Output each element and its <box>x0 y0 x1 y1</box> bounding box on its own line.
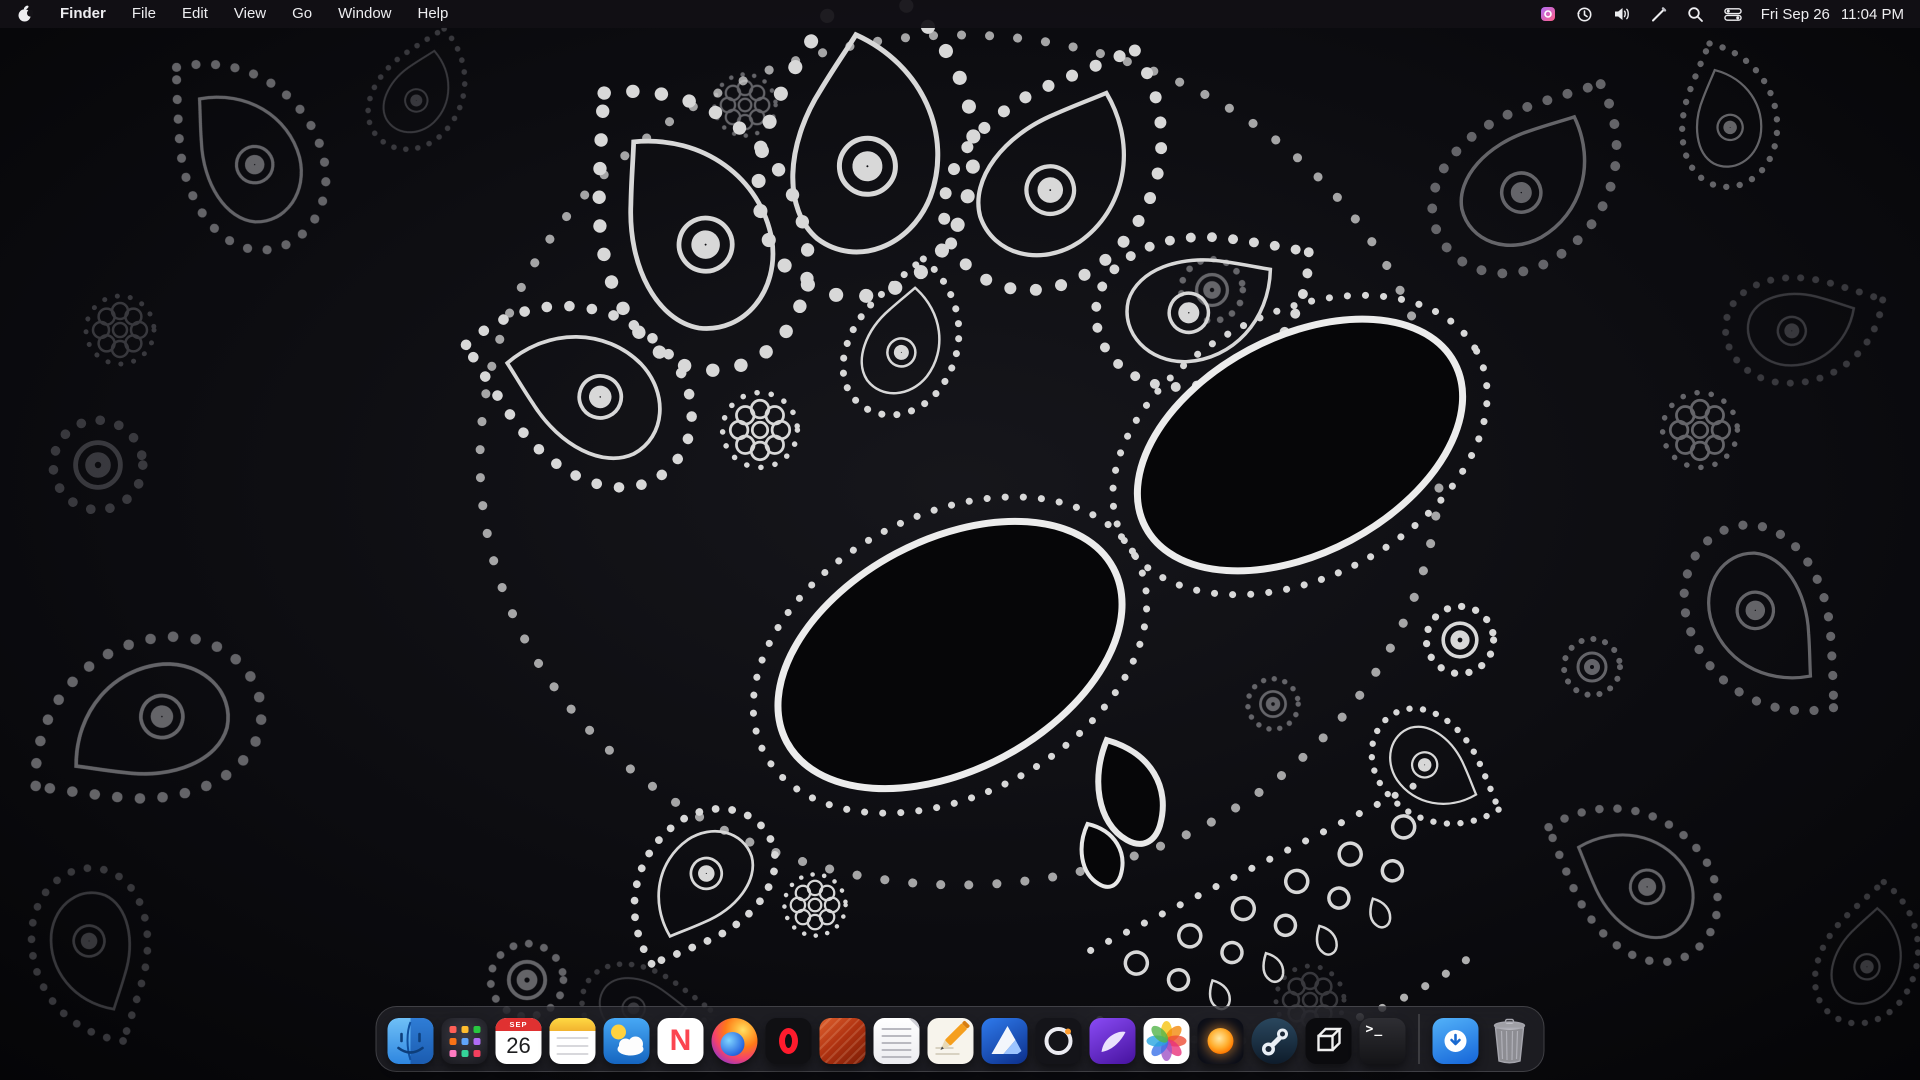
dock: SEP 26 N <box>376 1006 1545 1072</box>
dock-red-texture-app[interactable] <box>820 1018 866 1064</box>
dock-steam[interactable] <box>1252 1018 1298 1064</box>
dock-orange-orb-app[interactable] <box>1198 1018 1244 1064</box>
affinity-photo-icon <box>1036 1018 1082 1064</box>
dock-launchpad[interactable] <box>442 1018 488 1064</box>
dock-trash[interactable] <box>1487 1018 1533 1064</box>
terminal-prompt-icon: >_ <box>1366 1022 1384 1037</box>
dock-finder[interactable] <box>388 1018 434 1064</box>
menu-item-edit[interactable]: Edit <box>182 0 208 28</box>
download-arrow-icon <box>1445 1030 1467 1052</box>
dock-firefox[interactable] <box>712 1018 758 1064</box>
dock-affinity-publisher[interactable] <box>1090 1018 1136 1064</box>
notes-icon <box>550 1018 596 1031</box>
menu-item-help[interactable]: Help <box>418 0 449 28</box>
dock-notes[interactable] <box>550 1018 596 1064</box>
dock-cube-app[interactable] <box>1306 1018 1352 1064</box>
dock-opera[interactable] <box>766 1018 812 1064</box>
spotlight-icon[interactable] <box>1687 5 1705 23</box>
dock-separator <box>1419 1014 1420 1064</box>
photos-pinwheel-icon <box>1144 1018 1190 1064</box>
menu-status-area: Fri Sep 26 11:04 PM <box>1539 5 1904 23</box>
document-icon <box>909 1018 920 1029</box>
control-center-icon[interactable] <box>1724 5 1742 23</box>
steam-icon <box>1252 1018 1298 1064</box>
trash-icon <box>1487 1018 1533 1064</box>
opera-icon <box>779 1028 798 1054</box>
dock-textedit[interactable] <box>874 1018 920 1064</box>
clock-date: Fri Sep 26 <box>1761 6 1830 23</box>
affinity-designer-icon <box>982 1018 1028 1064</box>
dock-news[interactable]: N <box>658 1018 704 1064</box>
dock-photos[interactable] <box>1144 1018 1190 1064</box>
menu-left: Finder File Edit View Go Window Help <box>16 0 448 28</box>
apple-menu[interactable] <box>16 5 34 23</box>
menu-item-window[interactable]: Window <box>338 0 391 28</box>
calendar-day: 26 <box>496 1033 542 1059</box>
clock-time: 11:04 PM <box>1841 6 1904 23</box>
launchpad-grid-icon <box>442 1018 488 1064</box>
color-app-icon[interactable] <box>1539 5 1557 23</box>
dock-terminal[interactable]: >_ <box>1360 1018 1406 1064</box>
dock-affinity-designer[interactable] <box>982 1018 1028 1064</box>
red-texture-icon <box>820 1018 866 1064</box>
menu-item-file[interactable]: File <box>132 0 156 28</box>
weather-icon <box>604 1018 650 1064</box>
menu-item-finder[interactable]: Finder <box>60 0 106 28</box>
stylus-icon[interactable] <box>1650 5 1668 23</box>
firefox-icon <box>721 1032 745 1056</box>
orange-orb-icon <box>1208 1028 1234 1054</box>
cube-icon <box>1306 1018 1352 1064</box>
dock-calendar[interactable]: SEP 26 <box>496 1018 542 1064</box>
pen-icon <box>928 1018 974 1064</box>
dock-downloads[interactable] <box>1433 1018 1479 1064</box>
finder-icon <box>388 1018 434 1064</box>
news-icon: N <box>658 1018 704 1064</box>
time-machine-icon[interactable] <box>1576 5 1594 23</box>
menu-item-view[interactable]: View <box>234 0 266 28</box>
wallpaper-paisley-skull <box>0 0 1920 1080</box>
affinity-publisher-icon <box>1090 1018 1136 1064</box>
desktop[interactable] <box>0 0 1920 1080</box>
dock-pages[interactable] <box>928 1018 974 1064</box>
dock-affinity-photo[interactable] <box>1036 1018 1082 1064</box>
menu-bar: Finder File Edit View Go Window Help <box>0 0 1920 28</box>
menu-item-go[interactable]: Go <box>292 0 312 28</box>
calendar-month: SEP <box>496 1018 542 1031</box>
volume-icon[interactable] <box>1613 5 1631 23</box>
dock-weather[interactable] <box>604 1018 650 1064</box>
apple-logo-icon <box>17 5 33 23</box>
menu-clock[interactable]: Fri Sep 26 11:04 PM <box>1761 6 1904 23</box>
